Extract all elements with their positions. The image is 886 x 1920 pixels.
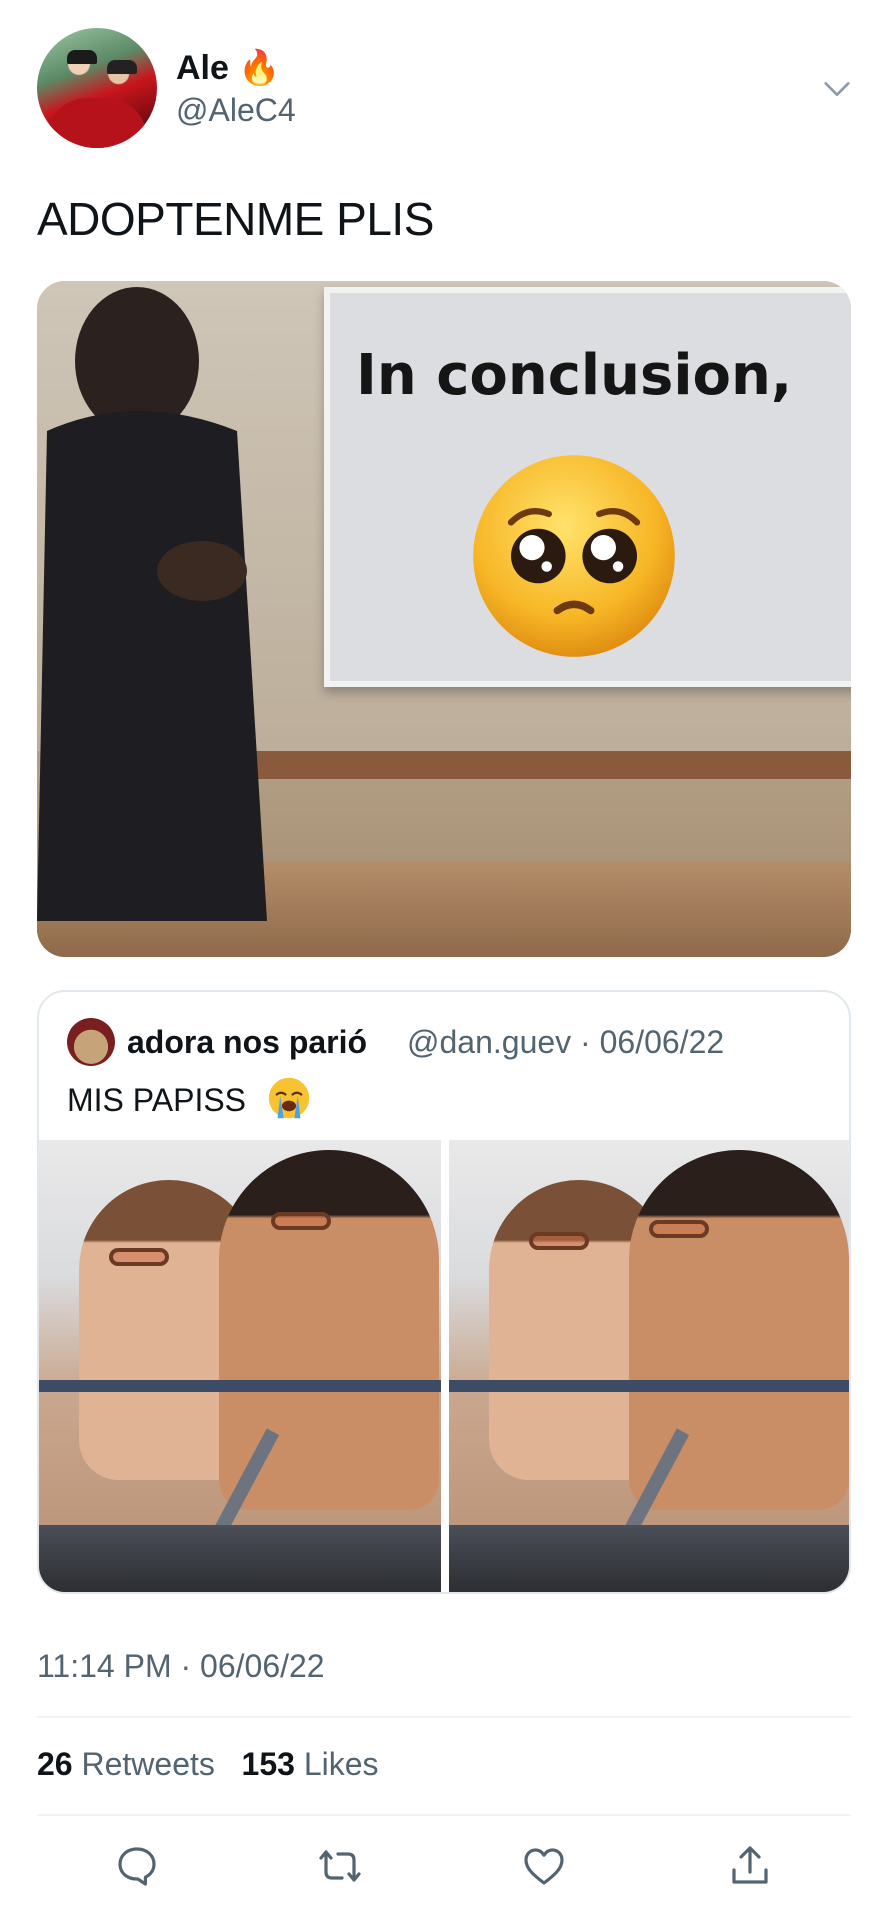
- retweets-label[interactable]: Retweets: [81, 1746, 214, 1782]
- author-avatar[interactable]: [37, 28, 157, 148]
- author-handle[interactable]: @AleC4: [176, 92, 296, 129]
- likes-count[interactable]: 153: [242, 1746, 295, 1782]
- tweet-timestamp[interactable]: 11:14 PM · 06/06/22: [37, 1648, 325, 1685]
- whiteboard-text: In conclusion,: [356, 343, 793, 408]
- presenter-figure: [37, 287, 267, 921]
- quoted-tweet[interactable]: adora nos parió @dan.guev · 06/06/22 MIS…: [37, 990, 851, 1594]
- fire-emoji: 🔥: [238, 49, 281, 87]
- chevron-down-icon[interactable]: [820, 72, 854, 106]
- pleading-face-emoji: [473, 455, 675, 657]
- quoted-tweet-text: MIS PAPISS: [67, 1082, 247, 1118]
- divider: [37, 1814, 851, 1816]
- divider: [37, 1716, 851, 1718]
- quoted-photo-left[interactable]: [39, 1140, 441, 1592]
- share-icon[interactable]: [726, 1842, 774, 1890]
- quoted-author-avatar: [67, 1018, 115, 1066]
- retweet-icon[interactable]: [316, 1842, 364, 1890]
- likes-label[interactable]: Likes: [304, 1746, 379, 1782]
- crying-face-emoji: [268, 1077, 310, 1119]
- like-icon[interactable]: [520, 1842, 568, 1890]
- tweet-text: ADOPTENME PLIS: [37, 193, 434, 245]
- retweets-count[interactable]: 26: [37, 1746, 73, 1782]
- reply-icon[interactable]: [113, 1842, 161, 1890]
- author-name-text: Ale: [176, 49, 229, 87]
- tweet-media-image[interactable]: In conclusion,: [37, 281, 851, 957]
- engagement-stats: 26 Retweets 153 Likes: [37, 1746, 379, 1783]
- quoted-handle-date: @dan.guev · 06/06/22: [407, 1024, 725, 1060]
- quoted-author-name: adora nos parió: [127, 1024, 368, 1060]
- author-display-name[interactable]: Ale 🔥: [176, 48, 281, 88]
- quoted-photo-right[interactable]: [449, 1140, 849, 1592]
